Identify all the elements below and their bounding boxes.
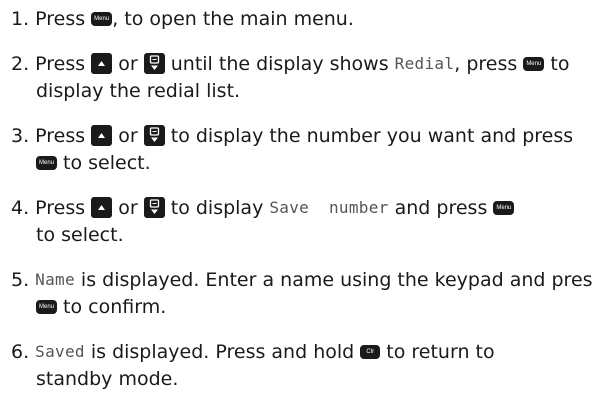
step-number: 5. (11, 268, 30, 291)
up-key-icon (91, 197, 113, 218)
display-text: Save number (269, 197, 389, 217)
menu-key-icon: Menu (523, 56, 545, 71)
step-text: Press (35, 124, 92, 147)
step-3: 3. Press or to display the number you wan… (0, 121, 593, 149)
step-text: , to open the main menu. (112, 7, 354, 30)
step-number: 1. (11, 7, 30, 30)
step-6: 6. Saved is displayed. Press and hold Clr… (0, 337, 593, 365)
phonebook-down-key-icon (143, 125, 165, 146)
clear-key-icon: Clr (360, 344, 381, 359)
step-5-continued: Menu to confirm. (0, 292, 593, 320)
step-number: 6. (11, 340, 30, 363)
step-text: to confirm. (57, 295, 167, 318)
phonebook-down-key-icon (143, 197, 165, 218)
step-text: is displayed. Enter a name using the key… (74, 268, 593, 291)
step-number: 4. (11, 196, 30, 219)
display-text: Name (35, 269, 75, 289)
step-text: or (112, 124, 144, 147)
step-number: 3. (11, 124, 30, 147)
step-text: display the redial list. (36, 79, 241, 102)
step-text: to display the number you want and press (164, 124, 574, 147)
step-5: 5. Name is displayed. Enter a name using … (0, 265, 593, 293)
step-text: to (544, 52, 570, 75)
phonebook-down-key-icon (143, 53, 165, 74)
menu-key-icon: Menu (36, 155, 57, 170)
step-text: to return to (380, 340, 495, 363)
step-2: 2. Press or until the display shows Redia… (0, 49, 593, 77)
step-2-continued: display the redial list. (0, 76, 593, 104)
step-text: until the display shows (164, 52, 395, 75)
step-text: or (112, 52, 144, 75)
step-text: is displayed. Press and hold (84, 340, 361, 363)
step-text: standby mode. (36, 367, 179, 390)
step-3-continued: Menu to select. (0, 148, 593, 176)
menu-key-icon: Menu (91, 11, 113, 26)
step-4-continued: to select. (0, 220, 593, 248)
step-text: Press (35, 196, 92, 219)
display-text: Saved (35, 341, 85, 361)
step-text: to select. (57, 151, 151, 174)
menu-key-icon: Menu (493, 200, 515, 215)
menu-key-icon: Menu (36, 299, 57, 314)
step-text: to display (164, 196, 270, 219)
step-text: Press (35, 7, 92, 30)
step-number: 2. (11, 52, 30, 75)
step-4: 4. Press or to display Save number and pr… (0, 193, 593, 221)
step-text: , press (454, 52, 524, 75)
step-6-continued: standby mode. (0, 364, 593, 392)
step-text: and press (388, 196, 494, 219)
step-text: Press (35, 52, 92, 75)
step-text: or (112, 196, 144, 219)
display-text: Redial (394, 53, 455, 73)
step-text: to select. (36, 223, 124, 246)
up-key-icon (91, 53, 113, 74)
step-1: 1. Press Menu, to open the main menu. (0, 4, 593, 32)
up-key-icon (91, 125, 113, 146)
